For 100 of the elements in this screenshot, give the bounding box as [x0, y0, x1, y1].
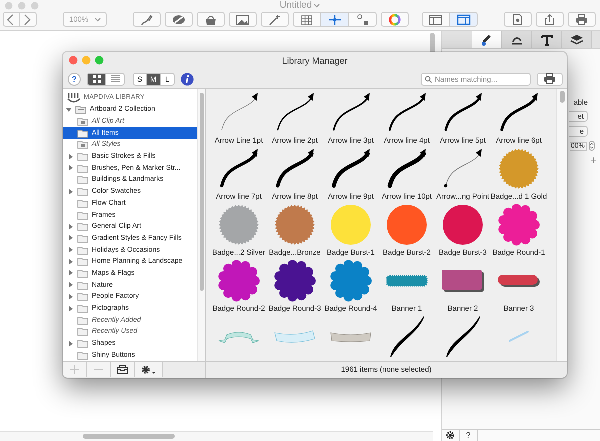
folder-icon	[77, 339, 89, 348]
inspector-tab[interactable]	[472, 31, 502, 48]
arrow-drawing	[385, 148, 429, 190]
badge-drawing	[217, 259, 261, 303]
chevron-down-icon	[94, 18, 101, 22]
banner-drawing	[441, 269, 485, 293]
smart-folder-icon	[77, 117, 89, 126]
folder-icon	[77, 187, 89, 196]
grid-button[interactable]	[293, 12, 321, 27]
gear-menu-icon	[140, 364, 156, 374]
snap-button[interactable]	[349, 12, 377, 27]
help-button[interactable]: ?	[68, 72, 81, 86]
snap-icon	[356, 14, 370, 26]
scrollbar-thumb[interactable]	[83, 434, 175, 439]
share-icon	[543, 14, 557, 26]
crosshair-icon	[328, 14, 342, 26]
banner-drawing	[497, 274, 541, 288]
scrollbar-thumb[interactable]	[200, 93, 204, 291]
help-button[interactable]: ?	[460, 430, 478, 441]
folder-icon	[77, 304, 89, 314]
grid-view-icon	[92, 75, 100, 83]
pen-icon	[140, 14, 154, 26]
document-button[interactable]	[504, 12, 532, 27]
print-icon	[543, 73, 557, 85]
folder-icon	[77, 246, 89, 255]
gear-icon	[446, 431, 455, 440]
banner-drawing	[385, 274, 429, 288]
badge-drawing	[329, 259, 373, 303]
folder-icon	[77, 257, 89, 266]
disclosure-triangle-right-icon[interactable]	[68, 340, 74, 347]
pen-button[interactable]	[133, 12, 161, 27]
arrow-drawing	[273, 148, 317, 190]
folder-icon	[77, 280, 89, 290]
action-menu-button[interactable]	[135, 362, 163, 377]
plank-drawing	[329, 330, 373, 344]
folder-icon	[77, 327, 89, 336]
tray-button[interactable]	[111, 362, 135, 377]
folder-icon	[77, 268, 89, 278]
inspector-tab[interactable]	[502, 31, 532, 48]
image-button[interactable]	[229, 12, 257, 27]
image-icon	[236, 14, 250, 26]
view-mode-button[interactable]	[87, 72, 106, 86]
document-icon	[511, 14, 525, 26]
layers-icon	[570, 34, 584, 46]
ribbon-banner-drawing	[217, 329, 261, 345]
forward-button[interactable]	[20, 12, 37, 27]
shape-icon	[172, 14, 186, 26]
layout-button[interactable]	[422, 12, 450, 27]
folder-icon	[77, 210, 89, 220]
inspector-tab[interactable]	[562, 31, 592, 48]
badge-drawing	[497, 203, 541, 247]
panel-button[interactable]	[450, 12, 478, 27]
color-wheel-icon	[388, 14, 402, 26]
back-button[interactable]	[3, 12, 20, 27]
layout-icon	[429, 14, 443, 26]
share-button[interactable]	[536, 12, 564, 27]
grid-icon	[300, 14, 314, 26]
window-close-button[interactable]	[69, 56, 78, 65]
badge-drawing	[274, 204, 316, 246]
basket-button[interactable]	[197, 12, 225, 27]
folder-icon	[77, 164, 89, 173]
arrow-drawing	[329, 148, 373, 190]
collection-icon	[75, 105, 87, 114]
window-title: Untitled	[280, 0, 312, 11]
disclosure-triangle-right-icon[interactable]	[68, 188, 74, 195]
folder-icon	[77, 128, 89, 138]
smart-folder-icon	[77, 140, 89, 150]
badge-drawing	[273, 259, 317, 303]
stepper-icon[interactable]	[589, 141, 595, 151]
scrollbar-thumb[interactable]	[560, 91, 565, 103]
badge-drawing	[386, 204, 428, 246]
disclosure-triangle-down-icon[interactable]	[66, 106, 72, 113]
info-icon[interactable]	[181, 72, 194, 86]
scroll-banner-drawing	[273, 329, 317, 345]
colorwheel-button[interactable]	[381, 12, 409, 27]
window-title: Library Manager	[282, 56, 348, 66]
chevron-down-icon	[314, 4, 320, 8]
inspector-tab[interactable]	[532, 31, 562, 48]
print-button[interactable]	[537, 72, 563, 86]
folder-icon	[77, 222, 89, 232]
wand-button[interactable]	[261, 12, 289, 27]
badge-drawing	[442, 204, 484, 246]
folder-icon	[77, 152, 89, 162]
folder-icon	[77, 292, 89, 302]
print-button[interactable]	[568, 12, 596, 27]
badge-drawing	[330, 204, 372, 246]
folder-icon	[77, 316, 89, 325]
panel-icon	[456, 14, 470, 26]
shape-button[interactable]	[165, 12, 193, 27]
folder-icon	[77, 198, 89, 208]
tray-icon	[116, 364, 128, 374]
plus-icon	[70, 364, 79, 374]
wand-icon	[268, 14, 282, 26]
badge-drawing	[498, 148, 540, 190]
basket-icon	[204, 14, 218, 26]
folder-icon	[77, 234, 89, 243]
list-view-icon	[110, 75, 120, 83]
crosshair-button[interactable]	[321, 12, 349, 27]
print-icon	[575, 14, 589, 26]
search-icon	[425, 76, 432, 82]
